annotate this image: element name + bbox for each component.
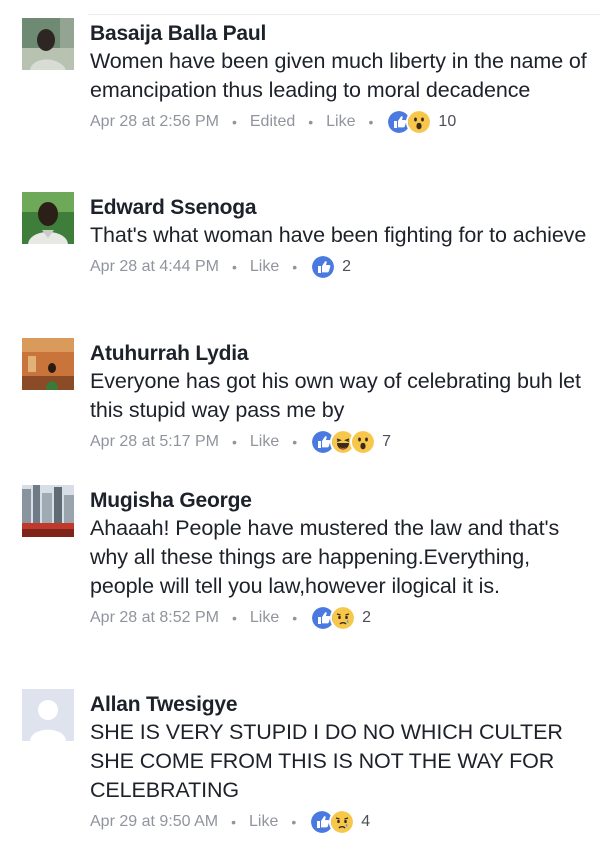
avatar-photo-icon <box>22 485 74 537</box>
separator-dot: • <box>292 259 298 275</box>
separator-dot: • <box>292 610 298 626</box>
avatar[interactable] <box>22 338 74 390</box>
separator-dot: • <box>231 114 237 130</box>
separator-dot: • <box>231 259 237 275</box>
comment-meta: Apr 29 at 9:50 AM • Like • 4 <box>90 809 588 835</box>
comment-author[interactable]: Basaija Balla Paul <box>90 21 588 47</box>
separator-dot: • <box>291 814 297 830</box>
comment-timestamp[interactable]: Apr 28 at 8:52 PM <box>90 609 219 627</box>
separator-dot: • <box>231 814 236 830</box>
separator-dot: • <box>292 434 298 450</box>
sad-reaction-icon <box>329 809 356 835</box>
avatar[interactable] <box>22 485 74 537</box>
default-avatar-icon <box>22 689 74 741</box>
separator-dot: • <box>231 434 237 450</box>
sad-reaction-icon <box>330 605 357 631</box>
edited-label[interactable]: Edited <box>250 113 295 131</box>
comment-meta: Apr 28 at 2:56 PM • Edited • Like • 10 <box>90 109 588 135</box>
comment-meta: Apr 28 at 4:44 PM • Like • 2 <box>90 254 588 280</box>
reactions-summary[interactable] <box>310 254 337 280</box>
avatar-photo-icon <box>22 192 74 244</box>
separator-dot: • <box>368 114 374 130</box>
like-button[interactable]: Like <box>326 113 355 131</box>
reactions-summary[interactable] <box>309 809 356 835</box>
comment-text: SHE IS VERY STUPID I DO NO WHICH CULTER … <box>90 720 563 802</box>
comment-text: That's what woman have been fighting for… <box>90 223 587 247</box>
reaction-count[interactable]: 2 <box>362 609 371 627</box>
comment-author[interactable]: Mugisha George <box>90 488 588 514</box>
avatar-photo-icon <box>22 18 74 70</box>
avatar-photo-icon <box>22 338 74 390</box>
avatar[interactable] <box>22 192 74 244</box>
reactions-summary[interactable] <box>386 109 433 135</box>
like-button[interactable]: Like <box>250 609 279 627</box>
comment-timestamp[interactable]: Apr 28 at 2:56 PM <box>90 113 219 131</box>
comment-author[interactable]: Allan Twesigye <box>90 692 588 718</box>
wow-reaction-icon <box>350 429 377 455</box>
like-button[interactable]: Like <box>250 258 279 276</box>
comment-author[interactable]: Atuhurrah Lydia <box>90 341 588 367</box>
avatar[interactable] <box>22 18 74 70</box>
wow-reaction-icon <box>406 109 433 135</box>
separator-dot: • <box>308 114 314 130</box>
avatar[interactable] <box>22 689 74 741</box>
like-button[interactable]: Like <box>250 433 279 451</box>
comment-text: Women have been given much liberty in th… <box>90 49 587 102</box>
separator-dot: • <box>231 610 237 626</box>
comment-meta: Apr 28 at 5:17 PM • Like • 7 <box>90 429 588 455</box>
comment-author[interactable]: Edward Ssenoga <box>90 195 588 221</box>
reactions-summary[interactable] <box>310 429 377 455</box>
comment-meta: Apr 28 at 8:52 PM • Like • 2 <box>90 605 588 631</box>
comment-timestamp[interactable]: Apr 28 at 5:17 PM <box>90 433 219 451</box>
reactions-summary[interactable] <box>310 605 357 631</box>
comment-text: Ahaaah! People have mustered the law and… <box>90 516 560 598</box>
comment-timestamp[interactable]: Apr 29 at 9:50 AM <box>90 813 218 831</box>
reaction-count[interactable]: 7 <box>382 433 391 451</box>
comment-text: Everyone has got his own way of celebrat… <box>90 369 581 422</box>
comment-timestamp[interactable]: Apr 28 at 4:44 PM <box>90 258 219 276</box>
like-reaction-icon <box>310 254 337 280</box>
reaction-count[interactable]: 10 <box>438 113 456 131</box>
like-button[interactable]: Like <box>249 813 278 831</box>
top-divider <box>88 14 600 15</box>
reaction-count[interactable]: 4 <box>361 813 370 831</box>
reaction-count[interactable]: 2 <box>342 258 351 276</box>
